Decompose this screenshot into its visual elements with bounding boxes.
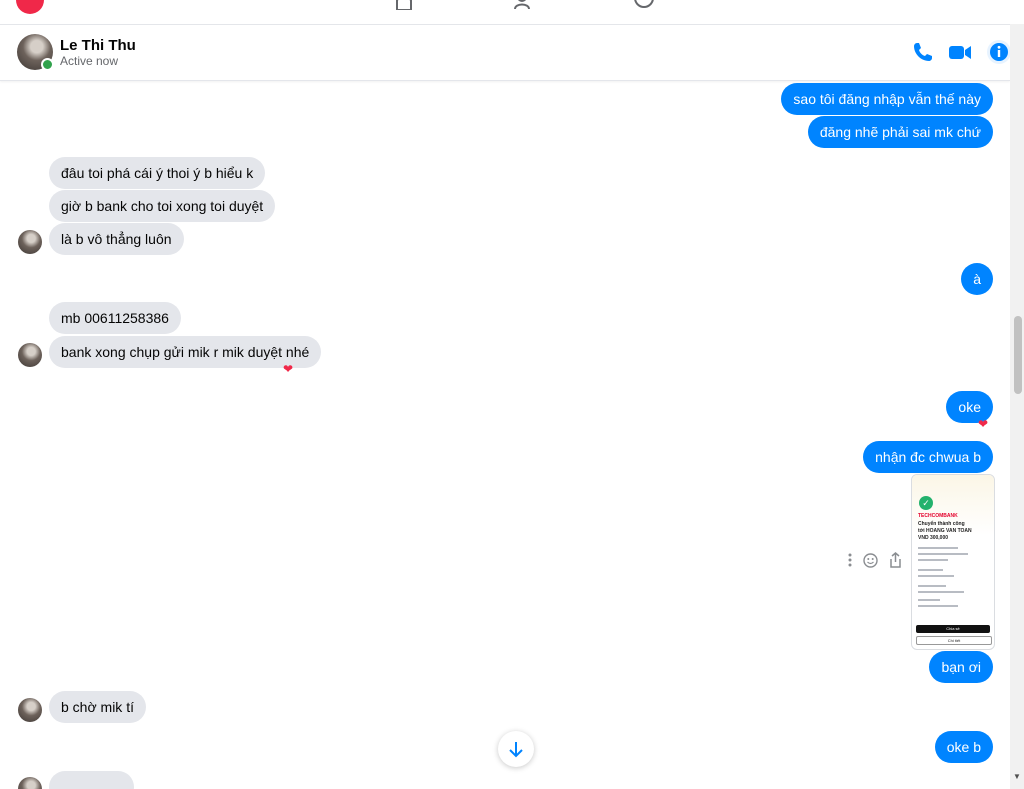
receipt-details-button: Chi tiết [916, 636, 992, 645]
receipt-bank: TECHCOMBANK [918, 513, 958, 519]
heart-reaction-icon[interactable]: ❤ [978, 417, 988, 431]
receipt-recipient: tới HOANG VAN TOAN [918, 528, 972, 534]
facebook-logo-icon[interactable] [16, 0, 44, 14]
scrollbar-thumb[interactable] [1014, 316, 1022, 394]
more-options-icon[interactable] [847, 553, 853, 572]
receipt-detail-line [918, 599, 940, 601]
receipt-detail-line [918, 575, 954, 577]
message-thread[interactable]: sao tôi đăng nhập vẫn thế này đăng nhẽ p… [0, 81, 1010, 789]
receipt-amount: VND 300,000 [918, 535, 949, 541]
receipt-detail-line [918, 559, 948, 561]
groups-icon[interactable] [634, 0, 654, 10]
receipt-detail-line [918, 547, 958, 549]
receipt-share-button: Chia sẻ [916, 625, 990, 633]
contact-name[interactable]: Le Thi Thu [60, 37, 136, 54]
receipt-detail-line [918, 569, 943, 571]
outgoing-message[interactable]: à [961, 263, 993, 295]
outgoing-message[interactable]: đăng nhẽ phải sai mk chứ [807, 116, 993, 148]
conversation-header: Le Thi Thu Active now [0, 25, 1013, 81]
incoming-message[interactable]: giờ b bank cho toi xong toi duyệt [49, 190, 276, 222]
scroll-down-arrow-icon[interactable]: ▼ [1013, 772, 1021, 781]
friends-icon[interactable] [514, 0, 534, 10]
incoming-message[interactable]: là b vô thẳng luôn [49, 223, 184, 255]
sender-avatar[interactable] [18, 698, 42, 722]
scrollbar-track[interactable] [1010, 24, 1024, 789]
online-status-icon [41, 58, 54, 71]
conversation-info-icon[interactable] [985, 38, 1013, 66]
outgoing-message[interactable]: nhận đc chwua b [863, 441, 993, 473]
heart-reaction-icon[interactable]: ❤ [283, 362, 293, 376]
receipt-detail-line [918, 605, 958, 607]
top-navigation-bar [0, 0, 1024, 25]
outgoing-message[interactable]: oke b [934, 731, 993, 763]
incoming-message[interactable]: bank xong chụp gửi mik r mik duyệt nhé [49, 336, 322, 368]
sender-avatar[interactable] [18, 777, 42, 789]
incoming-message[interactable]: b chờ mik tí [49, 691, 146, 723]
home-icon[interactable] [394, 0, 414, 10]
contact-status: Active now [60, 54, 119, 68]
sender-avatar[interactable] [18, 343, 42, 367]
receipt-detail-line [918, 553, 968, 555]
incoming-message-partial[interactable] [49, 771, 134, 789]
success-check-icon: ✓ [919, 496, 933, 510]
outgoing-message[interactable]: bạn ơi [929, 651, 993, 683]
video-call-icon[interactable] [946, 38, 974, 66]
outgoing-message[interactable]: sao tôi đăng nhập vẫn thế này [781, 83, 993, 115]
receipt-title: Chuyển thành công [918, 521, 965, 527]
incoming-message[interactable]: đâu toi phá cái ý thoi ý b hiểu k [49, 157, 266, 189]
receipt-detail-line [918, 591, 964, 593]
message-actions [847, 552, 908, 572]
sender-avatar[interactable] [18, 230, 42, 254]
share-icon[interactable] [889, 552, 902, 573]
voice-call-icon[interactable] [909, 38, 937, 66]
react-emoji-icon[interactable] [863, 552, 879, 573]
scroll-to-bottom-button[interactable] [498, 731, 534, 767]
receipt-detail-line [918, 585, 946, 587]
transfer-receipt-image[interactable]: ✓ TECHCOMBANK Chuyển thành công tới HOAN… [911, 474, 995, 650]
incoming-message[interactable]: mb 00611258386 [49, 302, 181, 334]
arrow-down-icon [509, 742, 523, 758]
